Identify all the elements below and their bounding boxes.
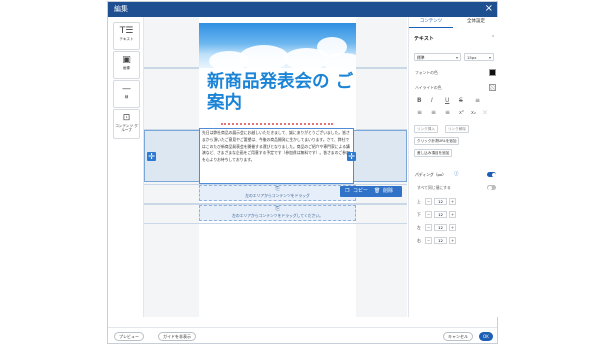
tool-label: 線 <box>124 95 129 99</box>
bold-icon[interactable]: B <box>417 97 422 105</box>
cancel-button[interactable]: キャンセル <box>443 332 473 341</box>
strikethrough-icon[interactable]: S <box>459 97 463 105</box>
padding-label: パディング（px） <box>415 172 446 177</box>
plus-icon[interactable]: + <box>449 198 456 205</box>
padding-bottom-input[interactable]: 12 <box>434 211 447 218</box>
padding-left-label: 左 <box>417 225 421 230</box>
tool-rail: T☰ テキスト ▣ 画像 — 線 ⊡ コンテンツ グループ <box>108 17 144 317</box>
align-left-icon[interactable]: ≡ <box>475 97 480 105</box>
hero-image[interactable] <box>199 23 356 68</box>
dotted-divider <box>221 123 333 125</box>
padding-toggle[interactable] <box>487 172 496 177</box>
clear-format-icon[interactable]: ⤫ <box>483 109 487 117</box>
link-insert-button[interactable]: リンク挿入 <box>414 125 438 133</box>
padding-left-input[interactable]: 12 <box>434 224 447 231</box>
same-all-toggle[interactable] <box>487 185 496 190</box>
text-block[interactable]: 先日は弊社商品の展示会にお越しいただきまして、誠にありがとうございました。皆さま… <box>199 128 354 184</box>
move-left-icon[interactable]: ✛ <box>147 152 156 161</box>
font-color-swatch[interactable] <box>489 69 496 76</box>
drop-icon: ⎘ <box>275 186 280 192</box>
copy-icon[interactable]: ❐ <box>345 187 349 196</box>
window-title: 編集 <box>114 5 128 13</box>
same-all-label: すべて同じ値にする <box>417 185 451 190</box>
copy-button[interactable]: コピー <box>353 187 368 196</box>
minus-icon[interactable]: − <box>425 211 432 218</box>
align-center-icon[interactable]: ≡ <box>417 109 422 117</box>
dialog-footer: プレビュー ガイドを非表示 キャンセル OK <box>108 327 497 344</box>
minus-icon[interactable]: − <box>425 237 432 244</box>
underline-icon[interactable]: U <box>445 97 449 105</box>
tool-text[interactable]: T☰ テキスト <box>113 22 140 50</box>
tool-image[interactable]: ▣ 画像 <box>113 51 140 79</box>
block-action-bar: ❐ コピー 🗑 削除 <box>340 186 402 197</box>
editor-canvas: 新商品発表会の ご案内 先日は弊社商品の展示会にお越しいただきまして、誠にありが… <box>144 17 407 317</box>
style-select[interactable]: 標準 ▾ <box>414 53 461 61</box>
tool-label: テキスト <box>119 37 134 41</box>
align-right-icon[interactable]: ≡ <box>431 109 436 117</box>
drop-hint: 左のエリアからコンテンツをドラッグ <box>245 193 310 198</box>
panel-tabs: コンテンツ 全体設定 <box>409 17 498 28</box>
drop-zone[interactable]: ⎘ 左のエリアからコンテンツをドラッグ <box>199 185 356 201</box>
plus-icon[interactable]: + <box>449 224 456 231</box>
section-title: テキスト <box>414 36 434 42</box>
padding-top-label: 上 <box>417 199 421 204</box>
click-url-button[interactable]: クリック計測URLを追加 <box>414 137 460 145</box>
tool-label: 画像 <box>122 66 131 70</box>
divider-icon: — <box>122 84 131 94</box>
trash-icon[interactable]: 🗑 <box>374 187 380 196</box>
plus-icon[interactable]: + <box>449 211 456 218</box>
chevron-down-icon: ▾ <box>488 55 491 60</box>
minus-icon[interactable]: − <box>425 224 432 231</box>
move-right-icon[interactable]: ✛ <box>347 152 356 161</box>
tool-label: コンテンツ グループ <box>115 124 138 132</box>
padding-right-input[interactable]: 12 <box>434 237 447 244</box>
page-heading[interactable]: 新商品発表会の ご案内 <box>207 72 357 114</box>
text-icon: T☰ <box>119 26 134 36</box>
font-color-label: フォントの色 <box>415 70 438 75</box>
drop-zone[interactable]: ⎘ 左のエリアからコンテンツをドラッグしてください。 <box>199 205 356 221</box>
subscript-icon[interactable]: x₂ <box>471 109 476 117</box>
padding-right-label: 右 <box>417 238 421 243</box>
plus-icon[interactable]: + <box>449 237 456 244</box>
settings-panel: コンテンツ 全体設定 テキスト ⌃ 標準 ▾ 15px ▾ フォントの色 ハイライト… <box>408 17 498 317</box>
tab-content[interactable]: コンテンツ <box>409 17 453 28</box>
variable-insert-button[interactable]: 差し込み項目を追加 <box>414 149 453 157</box>
highlight-color-label: ハイライトの色 <box>415 85 442 90</box>
image-icon: ▣ <box>122 55 131 65</box>
preview-button[interactable]: プレビュー <box>114 332 144 341</box>
chevron-down-icon: ▾ <box>455 55 458 60</box>
chevron-up-icon[interactable]: ⌃ <box>491 35 495 41</box>
close-icon[interactable]: × <box>485 2 493 16</box>
justify-icon[interactable]: ≡ <box>445 109 450 117</box>
padding-top-input[interactable]: 12 <box>434 198 447 205</box>
highlight-color-swatch[interactable] <box>489 84 496 91</box>
ok-button[interactable]: OK <box>479 332 493 341</box>
minus-icon[interactable]: − <box>425 198 432 205</box>
link-remove-button[interactable]: リンク解除 <box>445 125 469 133</box>
info-icon[interactable]: ⓘ <box>454 171 459 177</box>
tab-global-settings[interactable]: 全体設定 <box>454 17 498 27</box>
tool-content-group[interactable]: ⊡ コンテンツ グループ <box>113 109 140 139</box>
superscript-icon[interactable]: x² <box>459 109 464 117</box>
padding-bottom-label: 下 <box>417 212 421 217</box>
tool-divider[interactable]: — 線 <box>113 80 140 108</box>
italic-icon[interactable]: I <box>431 97 433 105</box>
content-group-icon: ⊡ <box>122 113 131 123</box>
drop-hint: 左のエリアからコンテンツをドラッグしてください。 <box>232 213 323 218</box>
hide-guide-button[interactable]: ガイドを非表示 <box>158 332 196 341</box>
title-bar: 編集 × <box>108 2 497 17</box>
size-select[interactable]: 15px ▾ <box>464 53 494 61</box>
editor-window: 編集 × T☰ テキスト ▣ 画像 — 線 ⊡ コンテンツ グループ 新商品発表… <box>107 1 498 344</box>
delete-button[interactable]: 削除 <box>383 187 393 196</box>
drop-icon: ⎘ <box>275 206 280 212</box>
